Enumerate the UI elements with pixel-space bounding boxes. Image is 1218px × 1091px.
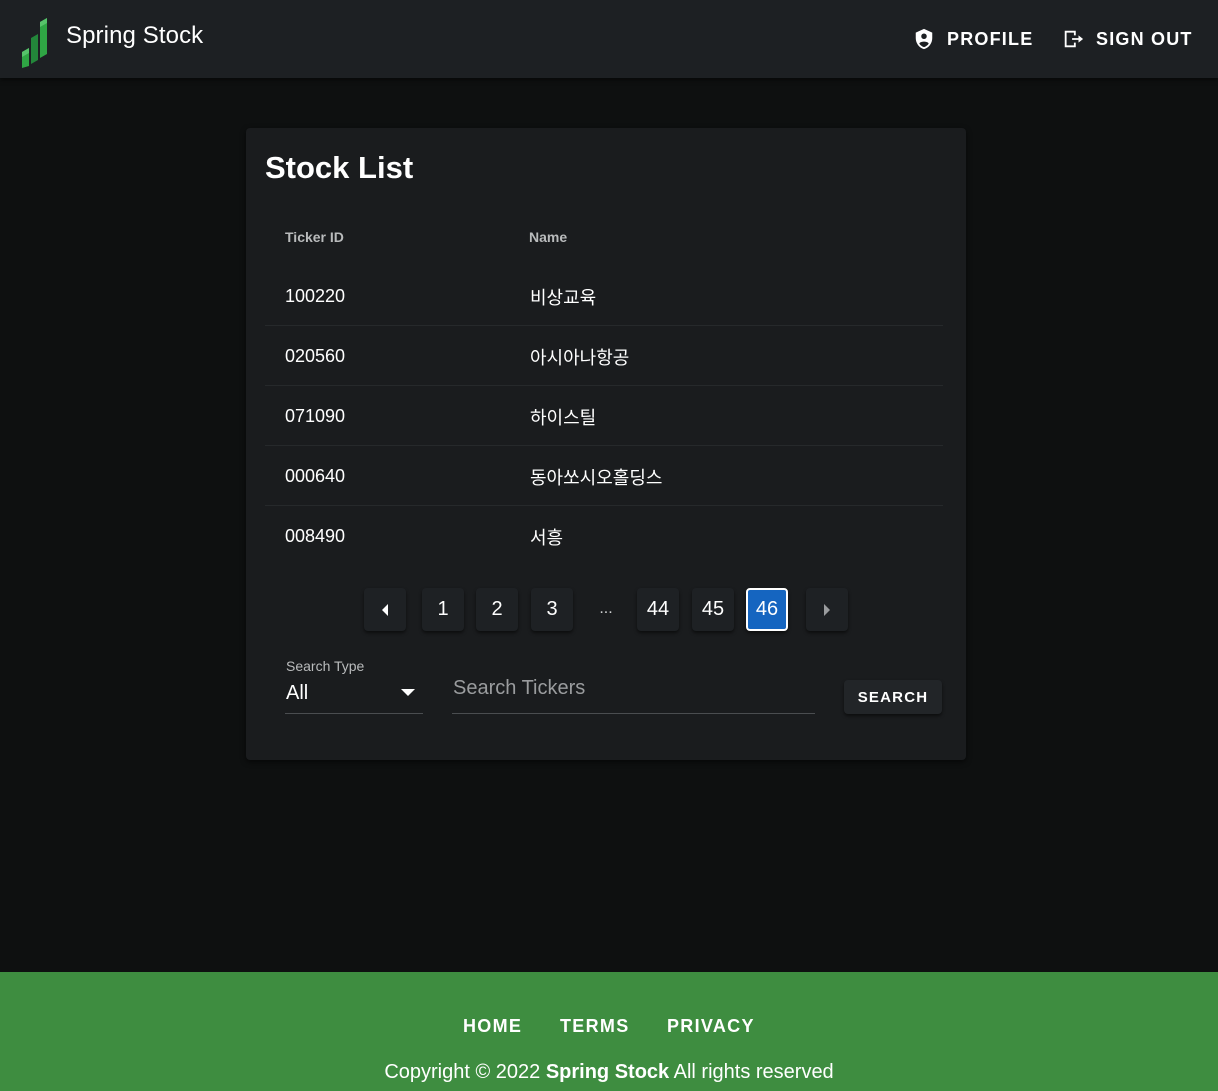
table-row[interactable]: 100220 비상교육 (265, 266, 943, 326)
sign-out-label: SIGN OUT (1096, 28, 1193, 49)
footer-link-privacy[interactable]: PRIVACY (667, 1016, 755, 1037)
ticker-id-cell: 008490 (285, 526, 346, 546)
page-button-46-current[interactable]: 46 (746, 588, 788, 631)
stock-name-cell: 동아쏘시오홀딩스 (530, 468, 663, 489)
stock-name-cell: 비상교육 (530, 288, 597, 309)
chevron-left-icon (382, 603, 388, 616)
stock-name-cell: 서흥 (530, 528, 564, 549)
table-row[interactable]: 008490 서흥 (265, 506, 943, 566)
search-field (452, 668, 815, 714)
page-button-2[interactable]: 2 (476, 588, 518, 631)
stock-list-card: Stock List Ticker ID Name 100220 비상교육 02… (246, 128, 966, 760)
copyright-prefix: Copyright © 2022 (384, 1061, 541, 1083)
prev-page-button[interactable] (364, 588, 406, 631)
stock-name-cell: 하이스틸 (530, 408, 597, 429)
app-bar: Spring Stock PROFILE SIGN OUT (0, 0, 1218, 78)
stock-name-cell: 아시아나항공 (530, 348, 630, 369)
page-title: Stock List (265, 150, 414, 185)
table-row[interactable]: 020560 아시아나항공 (265, 326, 943, 386)
footer-link-terms[interactable]: TERMS (560, 1016, 630, 1037)
table-row[interactable]: 071090 하이스틸 (265, 386, 943, 446)
page-button-45[interactable]: 45 (692, 588, 734, 631)
search-type-select[interactable]: Search Type All (285, 658, 423, 714)
logout-icon (1064, 30, 1084, 48)
footer-link-home[interactable]: HOME (463, 1016, 522, 1037)
profile-label: PROFILE (947, 28, 1034, 49)
copyright-text: Copyright © 2022 Spring Stock All rights… (0, 1061, 1218, 1084)
ticker-id-cell: 020560 (285, 346, 346, 366)
column-header-name[interactable]: Name (529, 229, 567, 245)
ticker-id-cell: 100220 (285, 286, 346, 306)
page-button-1[interactable]: 1 (422, 588, 464, 631)
table-row[interactable]: 000640 동아쏘시오홀딩스 (265, 446, 943, 506)
footer: HOME TERMS PRIVACY Copyright © 2022 Spri… (0, 972, 1218, 1091)
bar-chart-logo-icon[interactable] (20, 8, 52, 68)
page-button-44[interactable]: 44 (637, 588, 679, 631)
copyright-brand: Spring Stock (545, 1061, 670, 1083)
column-header-ticker-id[interactable]: Ticker ID (285, 229, 344, 245)
stock-table-body: 100220 비상교육 020560 아시아나항공 071090 하이스틸 00… (265, 266, 943, 566)
page-button-3[interactable]: 3 (531, 588, 573, 631)
search-input[interactable] (452, 668, 815, 708)
caret-down-icon (401, 689, 415, 696)
profile-button[interactable]: PROFILE (913, 20, 1033, 58)
search-type-label: Search Type (286, 658, 365, 674)
pagination: 1 2 3 ... 44 45 46 (246, 588, 966, 634)
app-brand-title[interactable]: Spring Stock (66, 22, 203, 50)
search-type-value: All (286, 682, 309, 704)
search-button[interactable]: SEARCH (844, 680, 942, 714)
next-page-button[interactable] (806, 588, 848, 631)
copyright-suffix: All rights reserved (673, 1061, 834, 1083)
ticker-id-cell: 000640 (285, 466, 346, 486)
pagination-ellipsis: ... (599, 600, 613, 617)
shield-account-icon (915, 28, 933, 50)
chevron-right-icon (824, 603, 830, 616)
ticker-id-cell: 071090 (285, 406, 346, 426)
sign-out-button[interactable]: SIGN OUT (1062, 20, 1193, 58)
